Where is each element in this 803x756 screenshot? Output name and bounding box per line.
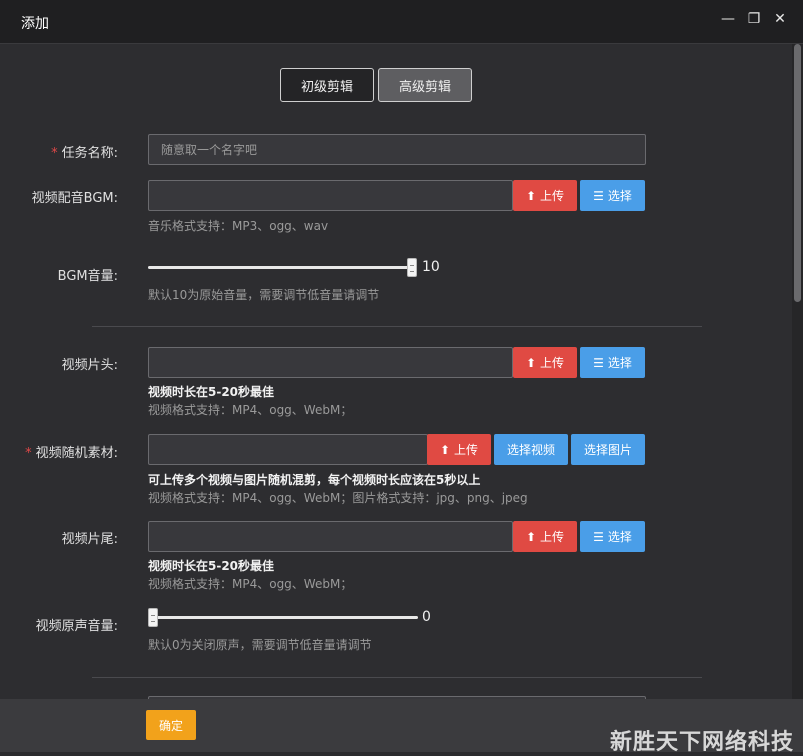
original-volume-value: 0 <box>422 609 431 625</box>
original-volume-hint: 默认0为关闭原声，需要调节低音量请调节 <box>148 638 372 652</box>
restore-icon[interactable]: ❐ <box>745 11 763 27</box>
task-name-label: * 任务名称: <box>51 146 118 161</box>
bgm-volume-handle[interactable] <box>407 258 417 277</box>
required-asterisk: * <box>25 446 32 461</box>
bgm-volume-label: BGM音量: <box>57 269 118 284</box>
original-volume-track[interactable] <box>148 616 418 619</box>
task-name-placeholder: 随意取一个名字吧 <box>161 143 258 157</box>
bgm-hint: 音乐格式支持：MP3、ogg、wav <box>148 219 329 233</box>
bgm-upload-button[interactable]: ⬆ 上传 <box>513 180 577 211</box>
upload-icon: ⬆ <box>525 529 537 544</box>
bgm-volume-value: 10 <box>422 259 440 275</box>
section-divider <box>92 677 702 678</box>
intro-duration-hint: 视频时长在5-20秒最佳 <box>148 385 275 399</box>
random-material-format-hint: 视频格式支持：MP4、ogg、WebM；图片格式支持：jpg、png、jpeg <box>148 491 528 505</box>
bgm-volume-track[interactable] <box>148 266 413 269</box>
outro-input[interactable] <box>148 521 513 552</box>
dialog-footer: 确定 新胜天下网络科技 <box>0 699 803 755</box>
tab-basic-edit[interactable]: 初级剪辑 <box>280 68 374 102</box>
intro-label: 视频片头: <box>61 358 118 373</box>
watermark-text: 新胜天下网络科技 <box>610 730 795 755</box>
select-video-button[interactable]: 选择视频 <box>494 434 568 465</box>
random-material-hint: 可上传多个视频与图片随机混剪，每个视频时长应该在5秒以上 <box>148 473 481 487</box>
random-material-upload-button[interactable]: ⬆ 上传 <box>427 434 491 465</box>
task-name-input[interactable]: 随意取一个名字吧 <box>148 134 646 165</box>
upload-icon: ⬆ <box>525 355 537 370</box>
intro-select-button[interactable]: ☰ 选择 <box>580 347 645 378</box>
list-icon: ☰ <box>593 529 604 544</box>
close-icon[interactable]: ✕ <box>771 11 789 27</box>
outro-label: 视频片尾: <box>61 532 118 547</box>
scrollbar[interactable] <box>792 44 803 699</box>
scrollbar-thumb[interactable] <box>794 44 801 302</box>
outro-upload-button[interactable]: ⬆ 上传 <box>513 521 577 552</box>
ok-button[interactable]: 确定 <box>146 710 196 740</box>
intro-format-hint: 视频格式支持：MP4、ogg、WebM； <box>148 403 353 417</box>
list-icon: ☰ <box>593 355 604 370</box>
minimize-icon[interactable]: — <box>719 11 737 27</box>
outro-duration-hint: 视频时长在5-20秒最佳 <box>148 559 275 573</box>
upload-icon: ⬆ <box>525 188 537 203</box>
random-material-label: * 视频随机素材: <box>25 446 118 461</box>
tab-label: 初级剪辑 <box>300 79 353 95</box>
bgm-select-button[interactable]: ☰ 选择 <box>580 180 645 211</box>
window-titlebar: 添加 — ❐ ✕ <box>0 0 803 44</box>
intro-input[interactable] <box>148 347 513 378</box>
outro-select-button[interactable]: ☰ 选择 <box>580 521 645 552</box>
required-asterisk: * <box>51 146 58 161</box>
window-title: 添加 <box>21 16 49 32</box>
tab-label: 高级剪辑 <box>398 79 451 95</box>
tab-advanced-edit[interactable]: 高级剪辑 <box>378 68 472 102</box>
original-volume-handle[interactable] <box>148 608 158 627</box>
select-image-button[interactable]: 选择图片 <box>571 434 645 465</box>
intro-upload-button[interactable]: ⬆ 上传 <box>513 347 577 378</box>
random-material-input[interactable] <box>148 434 428 465</box>
list-icon: ☰ <box>593 188 604 203</box>
dialog-content: 初级剪辑 高级剪辑 * 任务名称: 随意取一个名字吧 视频配音BGM: ⬆ 上传 ☰… <box>0 44 792 699</box>
bgm-input[interactable] <box>148 180 513 211</box>
original-volume-label: 视频原声音量: <box>35 619 118 634</box>
bgm-volume-hint: 默认10为原始音量，需要调节低音量请调节 <box>148 288 380 302</box>
bgm-label: 视频配音BGM: <box>31 191 118 206</box>
upload-icon: ⬆ <box>439 442 451 457</box>
outro-format-hint: 视频格式支持：MP4、ogg、WebM； <box>148 577 353 591</box>
section-divider <box>92 326 702 327</box>
